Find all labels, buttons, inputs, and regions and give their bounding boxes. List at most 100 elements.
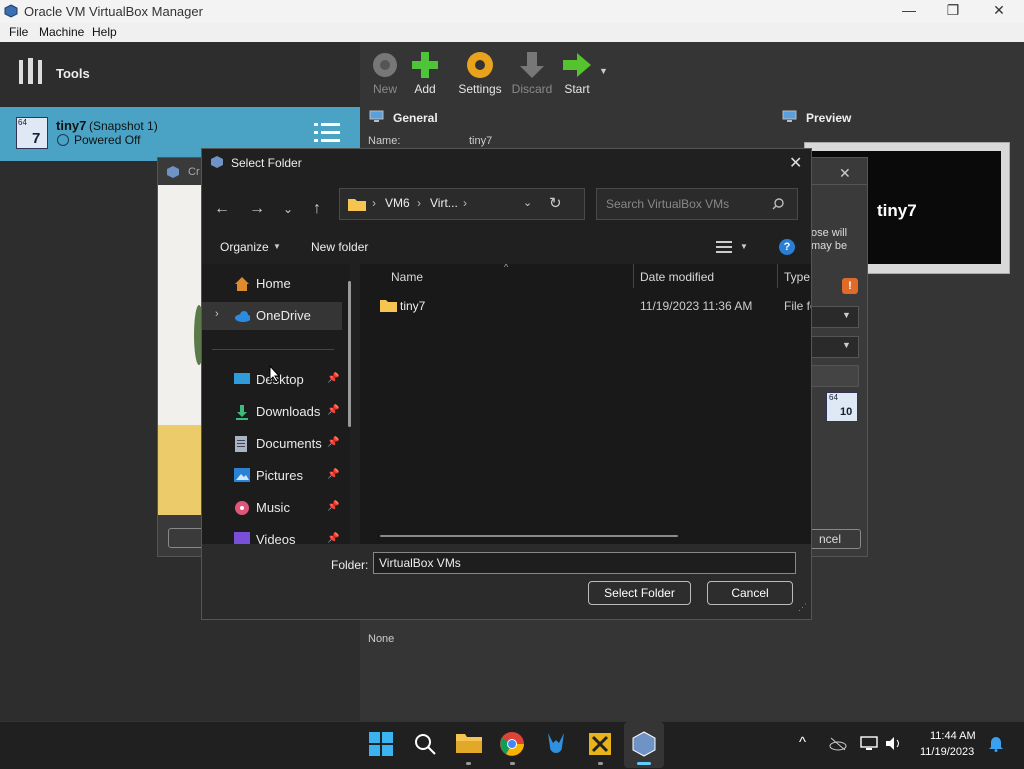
dialog-footer: Folder: Select Folder Cancel ⋰	[202, 544, 811, 619]
os-version-number: 7	[32, 130, 41, 147]
notification-bell-icon[interactable]	[989, 736, 1003, 752]
address-segment-virt[interactable]: Virt...	[430, 196, 458, 210]
menu-help[interactable]: Help	[92, 25, 117, 39]
file-list: Name ^ Date modified Type tiny7 11/19/20…	[360, 264, 811, 544]
vm-menu-icon[interactable]	[314, 121, 340, 143]
tools-label: Tools	[56, 66, 90, 81]
nav-item-pictures[interactable]: Pictures 📌	[202, 462, 342, 490]
name-value: tiny7	[469, 135, 493, 147]
preview-section-title: Preview	[806, 111, 852, 125]
start-dropdown-icon[interactable]: ▼	[599, 66, 608, 76]
menu-machine[interactable]: Machine	[39, 25, 84, 39]
wizard-text-partial: ose will may be	[811, 227, 848, 252]
pin-icon: 📌	[327, 405, 340, 416]
address-segment-vm6[interactable]: VM6	[385, 196, 410, 210]
nav-item-music[interactable]: Music 📌	[202, 494, 342, 522]
nav-item-downloads[interactable]: Downloads 📌	[202, 398, 342, 426]
nav-item-documents[interactable]: Documents 📌	[202, 430, 342, 458]
volume-icon[interactable]	[885, 736, 903, 751]
vm-state: Powered Off	[74, 133, 141, 147]
add-button[interactable]: Add	[397, 48, 453, 96]
show-hidden-icons-chevron[interactable]: ^	[799, 734, 806, 751]
vm-name: tiny7	[56, 118, 87, 133]
settings-button[interactable]: Settings	[452, 48, 508, 96]
select-folder-button[interactable]: Select Folder	[588, 581, 691, 605]
column-type[interactable]: Type	[784, 270, 810, 284]
virtualbox-taskbar-button[interactable]	[624, 722, 664, 768]
vm-snapshot: (Snapshot 1)	[89, 119, 158, 133]
file-name: tiny7	[400, 299, 426, 313]
pin-icon: 📌	[327, 501, 340, 512]
discard-arrow-icon	[520, 52, 544, 78]
general-section-title: General	[393, 111, 438, 125]
start-windows-icon[interactable]	[368, 731, 396, 759]
help-icon[interactable]: ?	[779, 239, 795, 255]
clock-time[interactable]: 11:44 AM	[930, 730, 976, 742]
back-icon[interactable]: ←	[210, 197, 234, 221]
minimize-button[interactable]: —	[895, 2, 923, 20]
navigation-pane: Home › OneDrive Desktop 📌 Downloads 📌 Do…	[202, 264, 350, 544]
column-name[interactable]: Name	[391, 270, 423, 284]
column-date-modified[interactable]: Date modified	[640, 270, 714, 284]
search-box[interactable]: Search VirtualBox VMs	[596, 188, 798, 220]
file-explorer-icon[interactable]	[455, 731, 483, 759]
os-badge-number: 10	[840, 406, 853, 418]
horizontal-scrollbar[interactable]	[380, 535, 678, 537]
menubar: File Machine Help	[0, 23, 1024, 42]
wizard-close-button[interactable]: ✕	[839, 165, 851, 182]
menu-file[interactable]: File	[9, 25, 28, 39]
wizard-combo-3[interactable]	[811, 365, 859, 387]
file-type: File fo	[784, 299, 811, 313]
description-value: None	[368, 633, 395, 645]
forward-icon[interactable]: →	[245, 197, 269, 221]
wizard-combo-2[interactable]: ▼	[811, 336, 859, 358]
onedrive-offline-icon[interactable]	[829, 737, 847, 751]
recent-chevron-icon[interactable]: ⌄	[276, 197, 300, 221]
refresh-icon[interactable]: ↻	[549, 194, 562, 212]
dialog-close-button[interactable]: ✕	[789, 153, 802, 173]
taskbar: ^ 11:44 AM 11/19/2023	[0, 721, 1024, 769]
maximize-button[interactable]: ❐	[939, 2, 967, 20]
network-icon[interactable]	[860, 736, 878, 751]
clock-date[interactable]: 11/19/2023	[920, 746, 974, 758]
organize-button[interactable]: Organize	[220, 240, 269, 254]
new-folder-button[interactable]: New folder	[311, 240, 368, 254]
file-date: 11/19/2023 11:36 AM	[640, 299, 753, 313]
wizard-right-edge: ✕ ose will may be ! ▼ ▼ 64 10 ncel	[801, 157, 868, 557]
folder-label: Folder:	[331, 558, 369, 572]
warning-icon: !	[842, 278, 858, 294]
dialog-titlebar: Select Folder ✕	[202, 149, 811, 177]
close-window-button[interactable]: ✕	[985, 2, 1013, 20]
start-button[interactable]: Start	[549, 48, 605, 96]
organize-dropdown-icon[interactable]: ▼	[273, 242, 281, 251]
nav-item-onedrive[interactable]: › OneDrive	[202, 302, 342, 330]
view-options-icon[interactable]	[716, 241, 732, 254]
settings-gear-icon	[467, 52, 493, 78]
nav-scrollbar[interactable]	[348, 281, 351, 427]
general-monitor-icon	[369, 110, 384, 122]
nav-divider	[212, 349, 334, 350]
nav-item-videos[interactable]: Videos 📌	[202, 526, 342, 544]
power-off-icon	[57, 134, 69, 146]
up-icon[interactable]: ↑	[305, 197, 329, 221]
tools-item[interactable]: Tools	[0, 42, 360, 104]
search-taskbar-icon[interactable]	[412, 731, 440, 759]
folder-input[interactable]	[373, 552, 796, 574]
wizard-combo-1[interactable]: ▼	[811, 306, 859, 328]
mouse-cursor-icon	[269, 365, 281, 383]
chrome-icon[interactable]	[499, 731, 527, 759]
yellow-app-icon[interactable]	[587, 731, 615, 759]
file-row[interactable]: tiny7 11/19/2023 11:36 AM File fo	[360, 294, 811, 318]
resize-grip-icon[interactable]: ⋰	[798, 602, 807, 613]
select-folder-dialog: Select Folder ✕ ← → ⌄ ↑ › VM6 › Virt... …	[201, 148, 812, 620]
pin-icon: 📌	[327, 437, 340, 448]
view-dropdown-icon[interactable]: ▼	[740, 242, 748, 251]
rabbit-app-icon[interactable]	[543, 731, 571, 759]
dialog-vbox-icon	[211, 156, 223, 168]
cancel-button[interactable]: Cancel	[707, 581, 793, 605]
expand-chevron-icon[interactable]: ›	[215, 308, 219, 320]
cloud-icon	[235, 311, 250, 322]
address-dropdown-icon[interactable]: ⌄	[523, 196, 532, 209]
nav-item-home[interactable]: Home	[202, 270, 342, 298]
address-bar[interactable]: › VM6 › Virt... › ⌄ ↻	[339, 188, 585, 220]
